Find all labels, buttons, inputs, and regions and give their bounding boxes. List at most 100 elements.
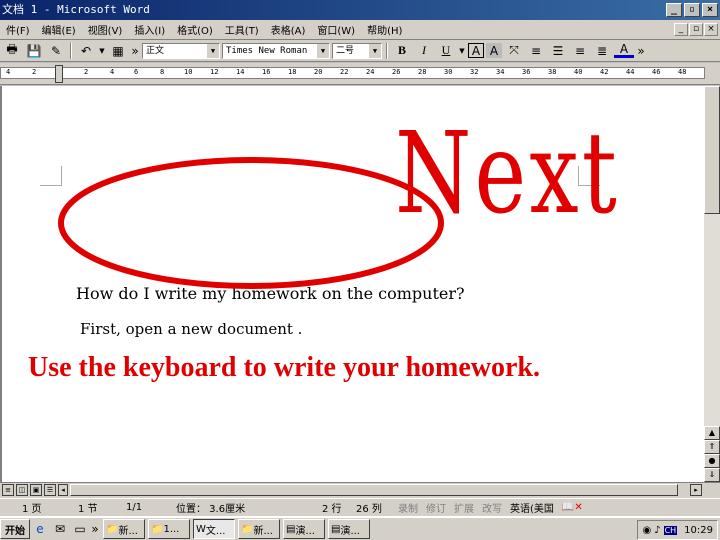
- menu-bar: 件(F) 编辑(E) 视图(V) 插入(I) 格式(O) 工具(T) 表格(A)…: [0, 20, 720, 40]
- chevron-down-icon: ▼: [207, 43, 219, 58]
- outline-view-icon[interactable]: ☰: [44, 484, 56, 496]
- task-button-2[interactable]: 📁 1...: [148, 519, 190, 539]
- align-left-icon[interactable]: ☰: [548, 42, 568, 60]
- status-language: 英语(美国: [510, 504, 554, 515]
- task-label: 新...: [118, 525, 138, 537]
- print-view-icon[interactable]: ▣: [30, 484, 42, 496]
- menu-edit[interactable]: 编辑(E): [36, 22, 82, 37]
- spelling-icon[interactable]: 📖✕: [558, 502, 587, 513]
- status-column: 26 列: [356, 504, 382, 515]
- ruler-tick: 8: [160, 68, 165, 76]
- menu-insert[interactable]: 插入(I): [128, 22, 171, 37]
- status-line: 2 行: [322, 504, 342, 515]
- ruler-tick: 40: [574, 68, 583, 76]
- char-shading-icon[interactable]: A: [486, 43, 502, 58]
- align-center-icon[interactable]: ≡: [570, 42, 590, 60]
- font-color-icon[interactable]: A: [614, 42, 634, 58]
- close-button[interactable]: ×: [702, 3, 718, 17]
- normal-view-icon[interactable]: ≡: [2, 484, 14, 496]
- task-button-5[interactable]: ▤ 演...: [283, 519, 325, 539]
- menu-file[interactable]: 件(F): [0, 22, 36, 37]
- italic-button[interactable]: I: [414, 42, 434, 60]
- status-rec[interactable]: 录制: [394, 500, 422, 515]
- ie-icon[interactable]: e: [30, 520, 50, 538]
- status-ext[interactable]: 扩展: [450, 500, 478, 515]
- more-buttons-icon[interactable]: »: [130, 42, 140, 60]
- web-view-icon[interactable]: ◫: [16, 484, 28, 496]
- scroll-left-button[interactable]: ◂: [58, 484, 68, 496]
- task-label: 文...: [205, 525, 226, 537]
- start-button[interactable]: 开始: [0, 519, 30, 539]
- scroll-up-button[interactable]: ▲: [704, 426, 720, 440]
- more-buttons-icon[interactable]: »: [636, 42, 646, 60]
- menu-view[interactable]: 视图(V): [82, 22, 129, 37]
- separator: [70, 42, 72, 59]
- menu-table[interactable]: 表格(A): [265, 22, 312, 37]
- ruler-tick: 2: [32, 68, 37, 76]
- task-button-6[interactable]: ▤ 演...: [328, 519, 370, 539]
- menu-window[interactable]: 窗口(W): [311, 22, 361, 37]
- font-select[interactable]: Times New Roman ▼: [222, 42, 330, 59]
- scroll-thumb[interactable]: [704, 86, 720, 214]
- task-button-1[interactable]: 📁 新...: [103, 519, 145, 539]
- horizontal-scrollbar[interactable]: ≡ ◫ ▣ ☰ ◂ ▸: [0, 482, 720, 498]
- undo-dropdown-icon[interactable]: ▼: [98, 42, 106, 60]
- document-map-icon[interactable]: ▦: [108, 42, 128, 60]
- menu-format[interactable]: 格式(O): [171, 22, 219, 37]
- system-tray: ◉ ♪ CH 10:29: [637, 520, 718, 540]
- ruler-tick: 42: [600, 68, 609, 76]
- more-quicklaunch-icon[interactable]: »: [90, 520, 100, 538]
- next-heading[interactable]: Next: [395, 118, 620, 230]
- select-browse-button[interactable]: ●: [704, 454, 720, 468]
- bold-button[interactable]: B: [392, 42, 412, 60]
- document-line-answer[interactable]: First, open a new document .: [80, 320, 302, 338]
- style-select[interactable]: 正文 ▼: [142, 42, 220, 59]
- ruler-tick: 26: [392, 68, 401, 76]
- task-button-word[interactable]: W 文...: [193, 519, 235, 539]
- ruler-tick: 38: [548, 68, 557, 76]
- outlook-icon[interactable]: ✉: [50, 520, 70, 538]
- maximize-button[interactable]: ▫: [684, 3, 700, 17]
- status-ovr[interactable]: 改写: [478, 500, 506, 515]
- task-button-4[interactable]: 📁 新...: [238, 519, 280, 539]
- scroll-right-button[interactable]: ▸: [690, 484, 702, 496]
- tray-icon[interactable]: ◉: [642, 525, 651, 536]
- distribute-icon[interactable]: ≣: [592, 42, 612, 60]
- underline-dropdown-icon[interactable]: ▼: [458, 42, 466, 60]
- minimize-button[interactable]: _: [666, 3, 682, 17]
- status-trk[interactable]: 修订: [422, 500, 450, 515]
- doc-close-button[interactable]: ×: [704, 23, 718, 36]
- undo-icon[interactable]: ↶: [76, 42, 96, 60]
- menu-tools[interactable]: 工具(T): [219, 22, 265, 37]
- separator: [386, 42, 388, 59]
- doc-minimize-button[interactable]: _: [674, 23, 688, 36]
- task-label: 演...: [340, 525, 360, 537]
- ime-icon[interactable]: CH: [663, 525, 678, 535]
- vertical-scrollbar[interactable]: ▲ ⇑ ● ⇓: [704, 86, 720, 482]
- save-icon[interactable]: 💾: [24, 42, 44, 60]
- ruler-tick: 10: [184, 68, 193, 76]
- doc-restore-button[interactable]: ▫: [689, 23, 703, 36]
- font-size-select[interactable]: 二号 ▼: [332, 42, 382, 59]
- font-size-value: 二号: [336, 45, 355, 56]
- char-border-icon[interactable]: A: [468, 43, 484, 58]
- horizontal-ruler[interactable]: 4 2 2 4 6 8 10 12 14 16 18 20 22 24 26 2…: [0, 63, 720, 85]
- next-page-button[interactable]: ⇓: [704, 468, 720, 482]
- ruler-tick: 24: [366, 68, 375, 76]
- char-scale-icon[interactable]: ⤧: [504, 42, 524, 60]
- formatting-toolbar: 🖶 💾 ✎ ↶ ▼ ▦ » 正文 ▼ Times New Roman ▼ 二号 ▼ B…: [0, 40, 720, 62]
- taskbar: 开始 e ✉ ▭ » 📁 新... 📁 1... W 文... 📁 新... ▤ 演...…: [0, 516, 720, 540]
- indent-marker[interactable]: [55, 65, 63, 83]
- format-painter-icon[interactable]: ✎: [46, 42, 66, 60]
- prev-page-button[interactable]: ⇑: [704, 440, 720, 454]
- justify-icon[interactable]: ≡: [526, 42, 546, 60]
- clock[interactable]: 10:29: [684, 525, 713, 536]
- print-icon[interactable]: 🖶: [2, 42, 22, 60]
- hscroll-thumb[interactable]: [70, 484, 678, 496]
- chevron-down-icon: ▼: [369, 43, 381, 58]
- underline-button[interactable]: U: [436, 42, 456, 60]
- tray-icon[interactable]: ♪: [654, 525, 660, 536]
- ruler-tick: 48: [678, 68, 687, 76]
- menu-help[interactable]: 帮助(H): [361, 22, 408, 37]
- desktop-icon[interactable]: ▭: [70, 520, 90, 538]
